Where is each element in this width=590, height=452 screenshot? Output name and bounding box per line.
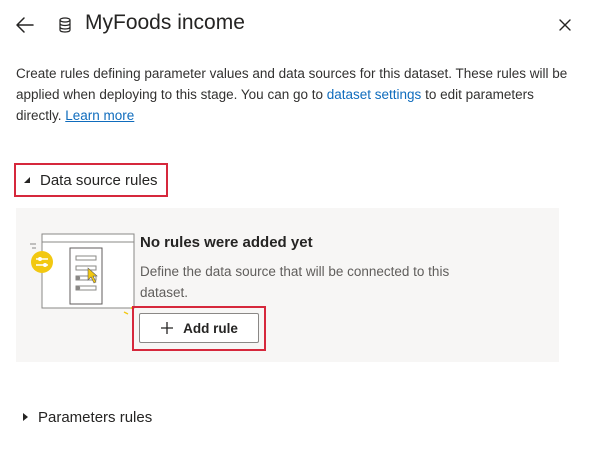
triangle-right-icon [23, 413, 28, 421]
add-rule-label: Add rule [183, 320, 238, 336]
parameters-rules-label: Parameters rules [38, 408, 153, 426]
data-source-rules-label: Data source rules [40, 171, 158, 189]
learn-more-link[interactable]: Learn more [65, 108, 134, 123]
panel-description: Create rules defining parameter values a… [16, 63, 576, 126]
empty-state-title: No rules were added yet [140, 234, 313, 251]
data-source-rules-toggle[interactable]: Data source rules [14, 163, 168, 197]
empty-state-description: Define the data source that will be conn… [140, 264, 450, 300]
database-icon [59, 17, 71, 33]
empty-state-card: No rules were added yet Define the data … [16, 208, 559, 362]
panel-header: MyFoods income [0, 0, 590, 52]
dataset-settings-link[interactable]: dataset settings [327, 87, 422, 102]
plus-icon [161, 322, 174, 334]
arrow-left-icon[interactable] [14, 14, 36, 36]
rules-illustration-icon [30, 233, 135, 315]
parameters-rules-toggle[interactable]: Parameters rules [20, 406, 152, 428]
triangle-down-icon [24, 177, 30, 183]
panel-title: MyFoods income [85, 11, 245, 34]
add-rule-button[interactable]: Add rule [139, 313, 259, 343]
close-icon[interactable] [556, 16, 574, 34]
